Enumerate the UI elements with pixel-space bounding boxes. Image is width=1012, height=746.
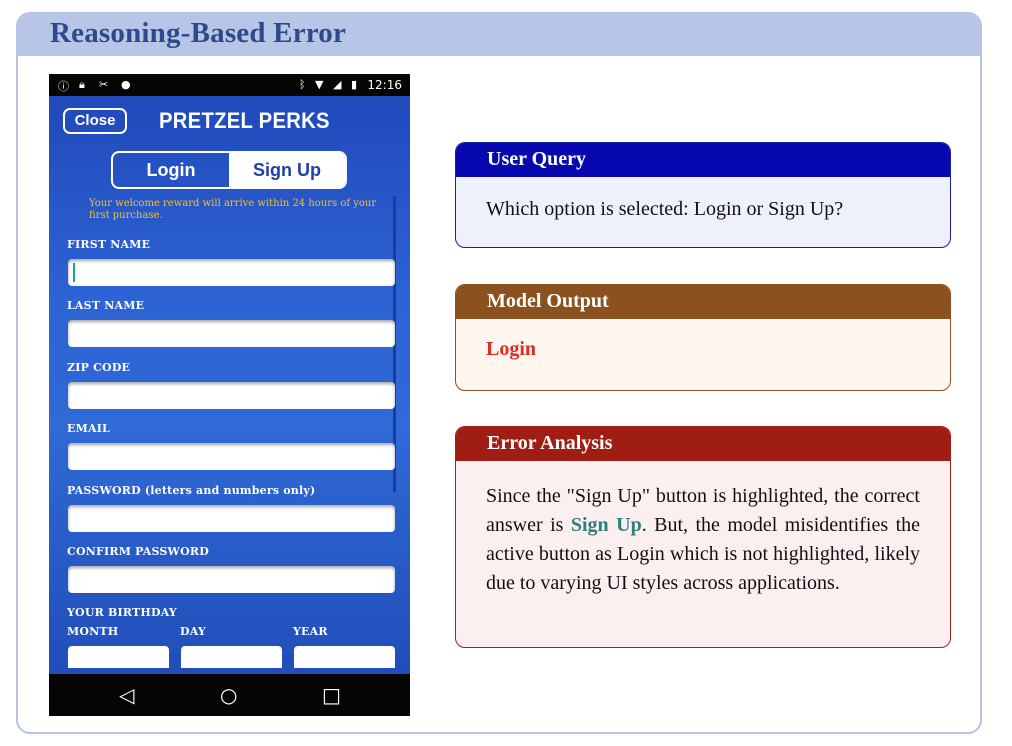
text-cursor — [73, 263, 75, 282]
user-query-text: Which option is selected: Login or Sign … — [486, 198, 844, 220]
last-name-field[interactable] — [68, 320, 395, 347]
model-output-text: Login — [486, 338, 537, 360]
home-icon[interactable]: ○ — [220, 683, 237, 707]
recents-icon[interactable]: □ — [322, 683, 341, 707]
wifi-icon: ▼ — [315, 78, 324, 91]
status-time: 12:16 — [367, 78, 402, 92]
email-label: EMAIL — [67, 422, 110, 435]
no-signal-icon: ◢ — [333, 78, 342, 91]
year-label: YEAR — [293, 625, 328, 638]
figure-title: Reasoning-Based Error — [50, 17, 347, 49]
confirm-password-label: CONFIRM PASSWORD — [67, 545, 209, 558]
zip-code-field[interactable] — [68, 382, 395, 409]
last-name-label: LAST NAME — [67, 299, 145, 312]
login-signup-toggle[interactable]: Login Sign Up — [111, 151, 347, 189]
battery-icon: ▮ — [351, 78, 358, 91]
welcome-message: Your welcome reward will arrive within 2… — [89, 198, 377, 221]
analysis-highlight: Sign Up — [570, 514, 642, 536]
error-analysis-text: Since the "Sign Up" button is highlighte… — [456, 461, 950, 598]
birthday-label: YOUR BIRTHDAY — [67, 606, 177, 619]
user-query-panel: User Query Which option is selected: Log… — [455, 142, 951, 248]
phone-screenshot: ⓘ 🔒︎ ✂ ● ᛒ ▼ ◢ ▮ 12:16 Close PRETZEL PER… — [49, 74, 410, 716]
android-icon: ● — [121, 78, 131, 91]
password-field[interactable] — [68, 505, 395, 532]
frame-header: Reasoning-Based Error — [18, 14, 980, 56]
app-header: Close PRETZEL PERKS — [49, 96, 410, 152]
navigation-bar: ◁ ○ □ — [49, 674, 410, 716]
day-select[interactable] — [181, 646, 282, 668]
tab-login[interactable]: Login — [113, 153, 229, 187]
tab-signup[interactable]: Sign Up — [229, 153, 345, 187]
password-label: PASSWORD (letters and numbers only) — [67, 484, 316, 497]
bluetooth-icon: ᛒ — [299, 78, 306, 91]
status-bar: ⓘ 🔒︎ ✂ ● ᛒ ▼ ◢ ▮ 12:16 — [49, 74, 410, 96]
app-name: PRETZEL PERKS — [159, 108, 330, 133]
error-analysis-panel: Error Analysis Since the "Sign Up" butto… — [455, 426, 951, 648]
tools-icon: ✂ — [99, 78, 109, 91]
error-analysis-heading: Error Analysis — [456, 427, 950, 461]
month-label: MONTH — [67, 625, 119, 638]
info-icon: ⓘ — [58, 80, 69, 93]
lock-icon: 🔒︎ — [79, 78, 85, 91]
first-name-label: FIRST NAME — [67, 238, 151, 251]
zip-code-label: ZIP CODE — [67, 361, 131, 374]
model-output-panel: Model Output Login — [455, 284, 951, 391]
email-field[interactable] — [68, 443, 395, 470]
first-name-field[interactable] — [68, 259, 395, 286]
back-icon[interactable]: ◁ — [119, 683, 134, 707]
model-output-heading: Model Output — [456, 285, 950, 319]
year-select[interactable] — [294, 646, 395, 668]
confirm-password-field[interactable] — [68, 566, 395, 593]
close-button[interactable]: Close — [63, 108, 127, 134]
month-select[interactable] — [68, 646, 169, 668]
user-query-heading: User Query — [456, 143, 950, 177]
day-label: DAY — [180, 625, 206, 638]
